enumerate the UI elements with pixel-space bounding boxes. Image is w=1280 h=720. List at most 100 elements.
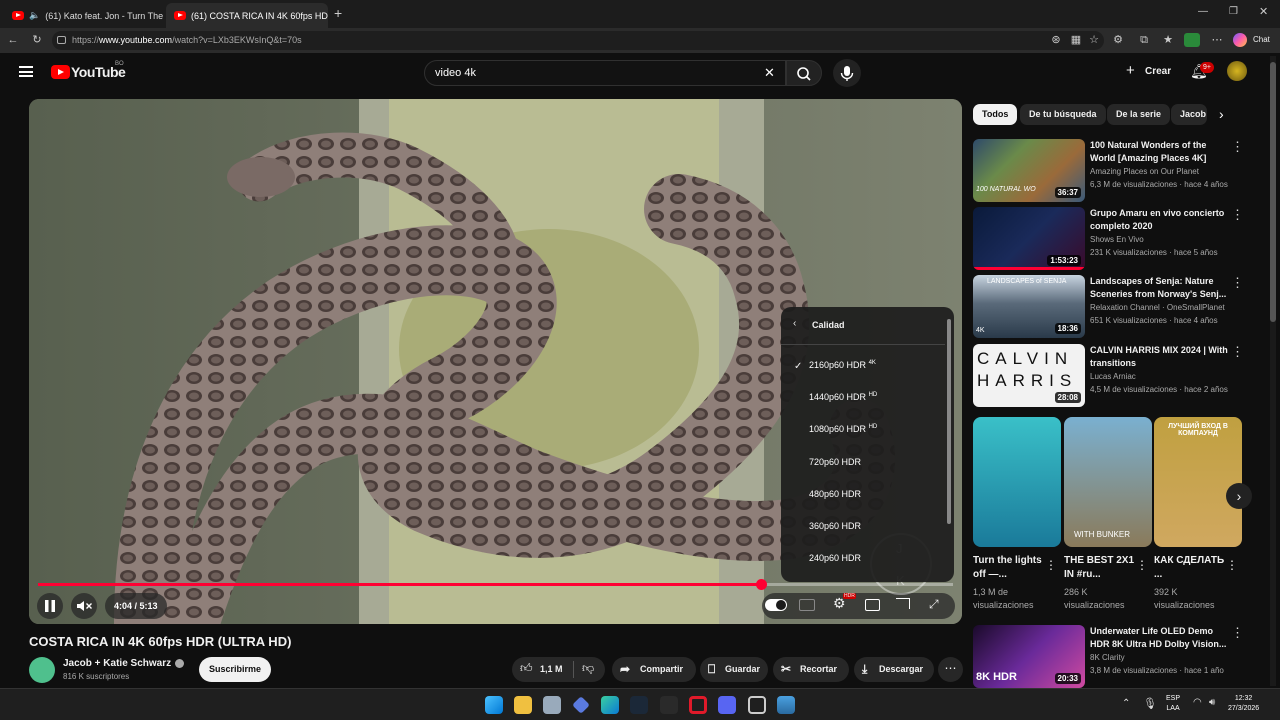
quality-option[interactable]: 720p60 HDR (809, 457, 861, 467)
voice-search-button[interactable] (833, 59, 861, 87)
photos-icon[interactable] (777, 696, 795, 714)
channel-avatar[interactable] (29, 657, 55, 683)
short-title[interactable]: КАК СДЕЛАТЬ ... (1154, 554, 1226, 582)
address-bar[interactable]: https://www.youtube.com/watch?v=LXb3EKWs… (52, 31, 1104, 50)
miniplayer-icon[interactable] (865, 599, 880, 611)
pause-button[interactable] (37, 593, 63, 619)
chips-next-icon[interactable]: › (1219, 106, 1224, 122)
language-indicator[interactable]: ESP LAA (1166, 694, 1180, 714)
search-input[interactable]: video 4k ✕ (424, 60, 786, 86)
extensions-icon[interactable]: ⚙ (1110, 32, 1126, 48)
video-thumbnail[interactable]: 8K HDR 20:33 (973, 625, 1085, 688)
copilot-icon[interactable] (1233, 33, 1247, 47)
quality-option[interactable]: 1440p60 HDR HD (809, 392, 877, 402)
clock[interactable]: 12:32 27/3/2026 (1228, 694, 1259, 714)
extension-icon[interactable] (1184, 33, 1200, 47)
more-vert-icon[interactable]: ⋮ (1136, 558, 1148, 572)
site-info-icon[interactable] (57, 36, 66, 44)
video-thumbnail[interactable]: LANDSCAPES of SENJA 4K 18:36 (973, 275, 1085, 338)
recommended-video[interactable]: 1:53:23 Grupo Amaru en vivo concierto co… (973, 207, 1253, 271)
menu-scrollbar[interactable] (947, 319, 951, 524)
autoplay-toggle[interactable] (765, 599, 787, 611)
video-title[interactable]: 100 Natural Wonders of the World [Amazin… (1090, 139, 1230, 165)
video-channel[interactable]: Lucas Arniac (1090, 372, 1136, 381)
microphone-tray-icon[interactable]: 🎙︎ (1143, 697, 1157, 710)
refresh-icon[interactable]: ↻ (29, 32, 45, 48)
back-icon[interactable]: ← (5, 32, 21, 48)
create-button[interactable]: Crear (1145, 66, 1171, 77)
video-channel[interactable]: 8K Clarity (1090, 653, 1125, 662)
video-title[interactable]: Landscapes of Senja: Nature Sceneries fr… (1090, 275, 1230, 301)
recommended-video[interactable]: CALVIN HARRIS 28:08 CALVIN HARRIS MIX 20… (973, 344, 1253, 408)
recommended-video[interactable]: 100 NATURAL WO 36:37 100 Natural Wonders… (973, 139, 1253, 203)
channel-name[interactable]: Jacob + Katie Schwarz (63, 658, 171, 669)
save-button[interactable]: ⎕ Guardar (700, 657, 768, 682)
video-channel[interactable]: Relaxation Channel · OneSmallPlanet (1090, 303, 1225, 312)
more-vert-icon[interactable]: ⋮ (1231, 625, 1244, 641)
chip-all[interactable]: Todos (973, 104, 1018, 125)
steam-icon[interactable] (630, 696, 648, 714)
settings-app-icon[interactable] (543, 696, 561, 714)
app-icon[interactable] (572, 696, 590, 714)
avatar[interactable] (1227, 61, 1247, 81)
chevron-up-icon[interactable]: ⌃ (1122, 698, 1130, 709)
split-screen-icon[interactable]: ⧉ (1136, 32, 1152, 48)
favorites-icon[interactable]: ★ (1160, 32, 1176, 48)
like-count[interactable]: 1,1 M (540, 664, 563, 674)
more-vert-icon[interactable]: ⋮ (1226, 558, 1238, 572)
dislike-icon[interactable]: 👎︎ (582, 661, 594, 676)
video-title[interactable]: Underwater Life OLED Demo HDR 8K Ultra H… (1090, 625, 1230, 651)
app-icon[interactable] (748, 696, 766, 714)
quality-option[interactable]: 2160p60 HDR 4K (809, 360, 876, 370)
quality-option[interactable]: 240p60 HDR (809, 553, 861, 563)
chat-label[interactable]: Chat (1253, 35, 1270, 44)
quality-option[interactable]: 1080p60 HDR HD (809, 424, 877, 434)
like-icon[interactable]: 👍︎ (520, 661, 533, 676)
video-thumbnail[interactable]: CALVIN HARRIS 28:08 (973, 344, 1085, 407)
close-window-button[interactable]: ✕ (1259, 5, 1268, 18)
browser-tab-1[interactable]: 🔈 (61) Kato feat. Jon - Turn The ✕ (4, 3, 166, 28)
clip-button[interactable]: ✂ Recortar (773, 657, 849, 682)
recommended-video[interactable]: LANDSCAPES of SENJA 4K 18:36 Landscapes … (973, 275, 1253, 339)
chip-jacob[interactable]: Jacob (1171, 104, 1207, 125)
video-channel[interactable]: Amazing Places on Our Planet (1090, 167, 1199, 176)
subtitles-icon[interactable] (799, 599, 815, 611)
mute-button[interactable] (71, 593, 97, 619)
chip-from-search[interactable]: De tu búsqueda (1020, 104, 1106, 125)
search-button[interactable] (786, 60, 822, 86)
fullscreen-icon[interactable]: ⤢ (929, 598, 939, 610)
minimize-button[interactable]: — (1198, 6, 1208, 17)
share-button[interactable]: ➦ Compartir (612, 657, 696, 682)
more-menu-icon[interactable]: ⋯ (1209, 32, 1225, 48)
more-vert-icon[interactable]: ⋮ (1231, 139, 1244, 155)
shorts-next-button[interactable]: › (1226, 483, 1252, 509)
more-actions-button[interactable]: ⋯ (938, 657, 963, 682)
video-thumbnail[interactable]: 1:53:23 (973, 207, 1085, 270)
video-title[interactable]: CALVIN HARRIS MIX 2024 | With transition… (1090, 344, 1230, 370)
menu-icon[interactable] (19, 66, 33, 77)
more-vert-icon[interactable]: ⋮ (1231, 344, 1244, 360)
back-chevron-icon[interactable]: ‹ (793, 318, 796, 329)
favorite-icon[interactable]: ☆ (1086, 32, 1102, 48)
browser-tab-2[interactable]: (61) COSTA RICA IN 4K 60fps HDR ✕ (166, 3, 328, 28)
short-thumbnail[interactable] (973, 417, 1061, 547)
discord-icon[interactable] (718, 696, 736, 714)
short-thumbnail[interactable]: ЛУЧШИЙ ВХОД В КОМПАУНД (1154, 417, 1242, 547)
clear-search-icon[interactable]: ✕ (764, 61, 775, 85)
app-icon[interactable]: ▦ (1068, 32, 1084, 48)
maximize-button[interactable]: ❐ (1229, 6, 1238, 17)
wifi-icon[interactable]: ◠ (1193, 697, 1202, 708)
more-vert-icon[interactable]: ⋮ (1045, 558, 1057, 572)
short-title[interactable]: Turn the lights off —... (973, 554, 1045, 582)
page-scrollbar[interactable] (1270, 56, 1276, 686)
more-vert-icon[interactable]: ⋮ (1231, 275, 1244, 291)
cast-icon[interactable] (896, 598, 910, 609)
progress-track[interactable] (38, 583, 953, 586)
quality-option[interactable]: 360p60 HDR (809, 521, 861, 531)
epic-games-icon[interactable] (660, 696, 678, 714)
quality-option[interactable]: 480p60 HDR (809, 489, 861, 499)
chip-series[interactable]: De la serie (1107, 104, 1171, 125)
start-icon[interactable] (485, 696, 503, 714)
recommended-video[interactable]: 8K HDR 20:33 Underwater Life OLED Demo H… (973, 625, 1253, 689)
video-thumbnail[interactable]: 100 NATURAL WO 36:37 (973, 139, 1085, 202)
